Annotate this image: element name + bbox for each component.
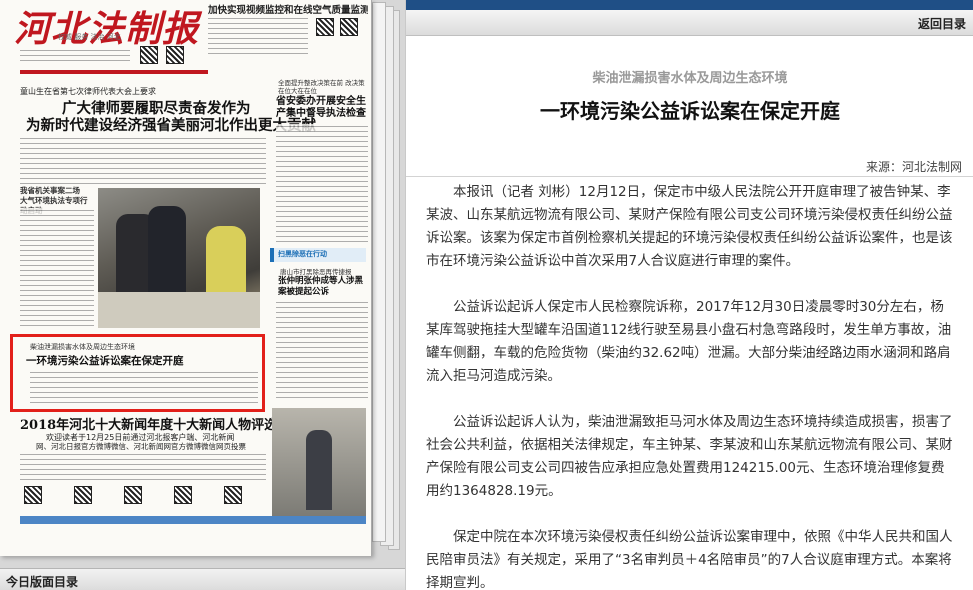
lower-headline[interactable]: 2018年河北十大新闻年度十大新闻人物评选启动 xyxy=(20,414,303,433)
qr-code-icon xyxy=(340,18,358,36)
article-text-block xyxy=(20,208,94,330)
newspaper-page[interactable]: 河北法制报 权威 服务 法治 河北 加快实现视频监控和在线空气质量监测全覆盖 童… xyxy=(0,0,372,556)
top-headline[interactable]: 加快实现视频监控和在线空气质量监测全覆盖 xyxy=(208,2,368,16)
news-photo xyxy=(98,188,260,328)
article-source: 来源：河北法制网 xyxy=(865,160,962,174)
article-title: 一环境污染公益诉讼案在保定开庭 xyxy=(540,99,840,123)
side-headline[interactable]: 省安委办开展安全生产集中督导执法检查 xyxy=(276,96,368,120)
back-to-directory-link[interactable]: 返回目录 xyxy=(918,15,966,32)
masthead-slogan: 权威 服务 法治 河北 xyxy=(58,33,121,41)
article-text-block xyxy=(208,16,308,56)
article-text-block xyxy=(20,48,130,64)
qr-code-icon xyxy=(224,486,242,504)
qr-code-icon xyxy=(140,46,158,64)
article-paragraph: 公益诉讼起诉人保定市人民检察院诉称，2017年12月30日凌晨零时30分左右，杨… xyxy=(426,299,952,384)
article-subtitle: 柴油泄漏损害水体及周边生态环境 xyxy=(592,71,788,86)
news-photo xyxy=(272,408,366,518)
article-pane: 返回目录 柴油泄漏损害水体及周边生态环境 一环境污染公益诉讼案在保定开庭 来源：… xyxy=(405,0,973,590)
article-text-block xyxy=(20,136,266,184)
side-headline[interactable]: 张仲明张仲成等人涉黑案被提起公诉 xyxy=(278,276,368,298)
today-page-directory-bar[interactable]: 今日版面目录 xyxy=(0,568,405,590)
masthead-rule xyxy=(20,70,208,74)
today-page-directory-label[interactable]: 今日版面目录 xyxy=(6,573,78,590)
lead-headline-line-2[interactable]: 为新时代建设经济强省美丽河北作出更大贡献 xyxy=(26,114,316,135)
selected-article-highlight[interactable] xyxy=(10,334,265,412)
lower-subheadline: 网、河北日报官方微博微信、河北新闻网官方微博微信网页投票 xyxy=(36,442,246,451)
section-banner-label: 扫黑除恶在行动 xyxy=(278,250,327,258)
side-kicker: 唐山市打黑除恶再传捷报 xyxy=(280,268,352,276)
qr-code-icon xyxy=(166,46,184,64)
article-text-block xyxy=(276,124,368,244)
article-paragraph: 本报讯（记者 刘彬）12月12日，保定市中级人民法院公开开庭审理了被告钟某、李某… xyxy=(426,184,953,269)
article-nav-bar: 返回目录 xyxy=(406,10,973,36)
top-accent-bar xyxy=(406,0,973,10)
article-source-line: 来源：河北法制网 xyxy=(406,155,973,177)
article-body: 本报讯（记者 刘彬）12月12日，保定市中级人民法院公开开庭审理了被告钟某、李某… xyxy=(426,181,956,590)
paper-stack-edge xyxy=(372,2,386,542)
article-paragraph: 保定中院在本次环境污染侵权责任纠纷公益诉讼案审理中，依照《中华人民共和国人民陪审… xyxy=(426,529,953,590)
qr-code-icon xyxy=(316,18,334,36)
side-kicker: 全面提升整改决策在前 改决策在位大在在位 xyxy=(278,79,365,95)
article-paragraph: 公益诉讼起诉人认为，柴油泄漏致拒马河水体及周边生态环境持续造成损害，损害了社会公… xyxy=(426,414,953,499)
lead-kicker: 童山生在省第七次律师代表大会上要求 xyxy=(20,87,156,96)
qr-code-icon xyxy=(24,486,42,504)
page-footer-strip xyxy=(20,516,366,524)
qr-code-icon xyxy=(174,486,192,504)
article-text-block xyxy=(276,300,368,400)
article-text-block xyxy=(20,452,266,482)
qr-code-icon xyxy=(124,486,142,504)
newspaper-page-viewer: 河北法制报 权威 服务 法治 河北 加快实现视频监控和在线空气质量监测全覆盖 童… xyxy=(0,0,405,590)
qr-code-icon xyxy=(74,486,92,504)
